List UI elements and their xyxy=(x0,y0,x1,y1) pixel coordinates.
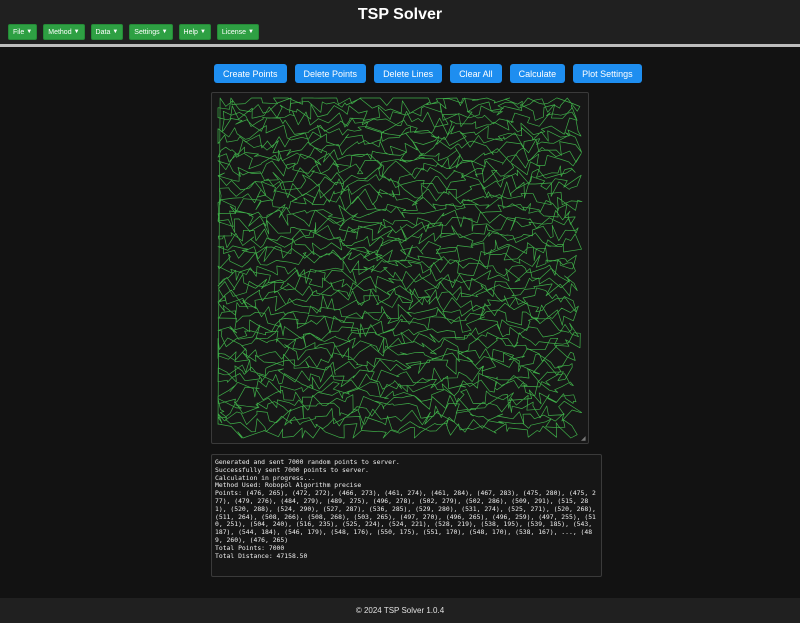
menu-file-label: File xyxy=(13,28,25,36)
menu-bar: File ▼ Method ▼ Data ▼ Settings ▼ Help ▼… xyxy=(8,24,259,40)
menu-file-button[interactable]: File ▼ xyxy=(8,24,38,40)
menu-license-label: License xyxy=(221,28,247,36)
chevron-down-icon: ▼ xyxy=(112,29,119,35)
menu-data-button[interactable]: Data ▼ xyxy=(90,24,124,40)
resize-grip-icon[interactable]: ◢ xyxy=(581,436,587,442)
calculate-button[interactable]: Calculate xyxy=(509,64,566,83)
chevron-down-icon: ▼ xyxy=(26,29,33,35)
log-line: Total Distance: 47158.50 xyxy=(215,551,308,560)
menu-help-button[interactable]: Help ▼ xyxy=(178,24,211,40)
app-title: TSP Solver xyxy=(357,6,443,23)
chevron-down-icon: ▼ xyxy=(248,29,254,35)
menu-settings-button[interactable]: Settings ▼ xyxy=(129,24,173,40)
create-points-button[interactable]: Create Points xyxy=(214,64,287,83)
menu-method-button[interactable]: Method ▼ xyxy=(43,24,85,40)
menu-method-label: Method xyxy=(48,28,72,36)
footer: © 2024 TSP Solver 1.0.4 xyxy=(0,598,800,623)
route-plot-canvas[interactable]: ◢ xyxy=(211,92,589,444)
chevron-down-icon: ▼ xyxy=(199,29,206,35)
output-log[interactable]: Generated and sent 7000 random points to… xyxy=(211,454,602,577)
menu-license-button[interactable]: License ▼ xyxy=(216,24,259,40)
menu-settings-label: Settings xyxy=(134,28,160,36)
delete-points-button[interactable]: Delete Points xyxy=(294,64,367,83)
plot-settings-button[interactable]: Plot Settings xyxy=(573,64,642,83)
delete-lines-button[interactable]: Delete Lines xyxy=(374,64,443,83)
log-line: Points: (476, 265), (472, 272), (466, 27… xyxy=(215,489,600,544)
chevron-down-icon: ▼ xyxy=(161,29,168,35)
chevron-down-icon: ▼ xyxy=(73,29,80,35)
footer-text: © 2024 TSP Solver 1.0.4 xyxy=(355,606,445,615)
route-plot-svg xyxy=(217,97,583,439)
header-divider xyxy=(0,44,800,47)
clear-all-button[interactable]: Clear All xyxy=(450,64,502,83)
menu-data-label: Data xyxy=(95,28,111,36)
tsp-route-path xyxy=(217,97,583,439)
action-toolbar: Create Points Delete Points Delete Lines… xyxy=(214,64,642,83)
menu-help-label: Help xyxy=(183,28,198,36)
